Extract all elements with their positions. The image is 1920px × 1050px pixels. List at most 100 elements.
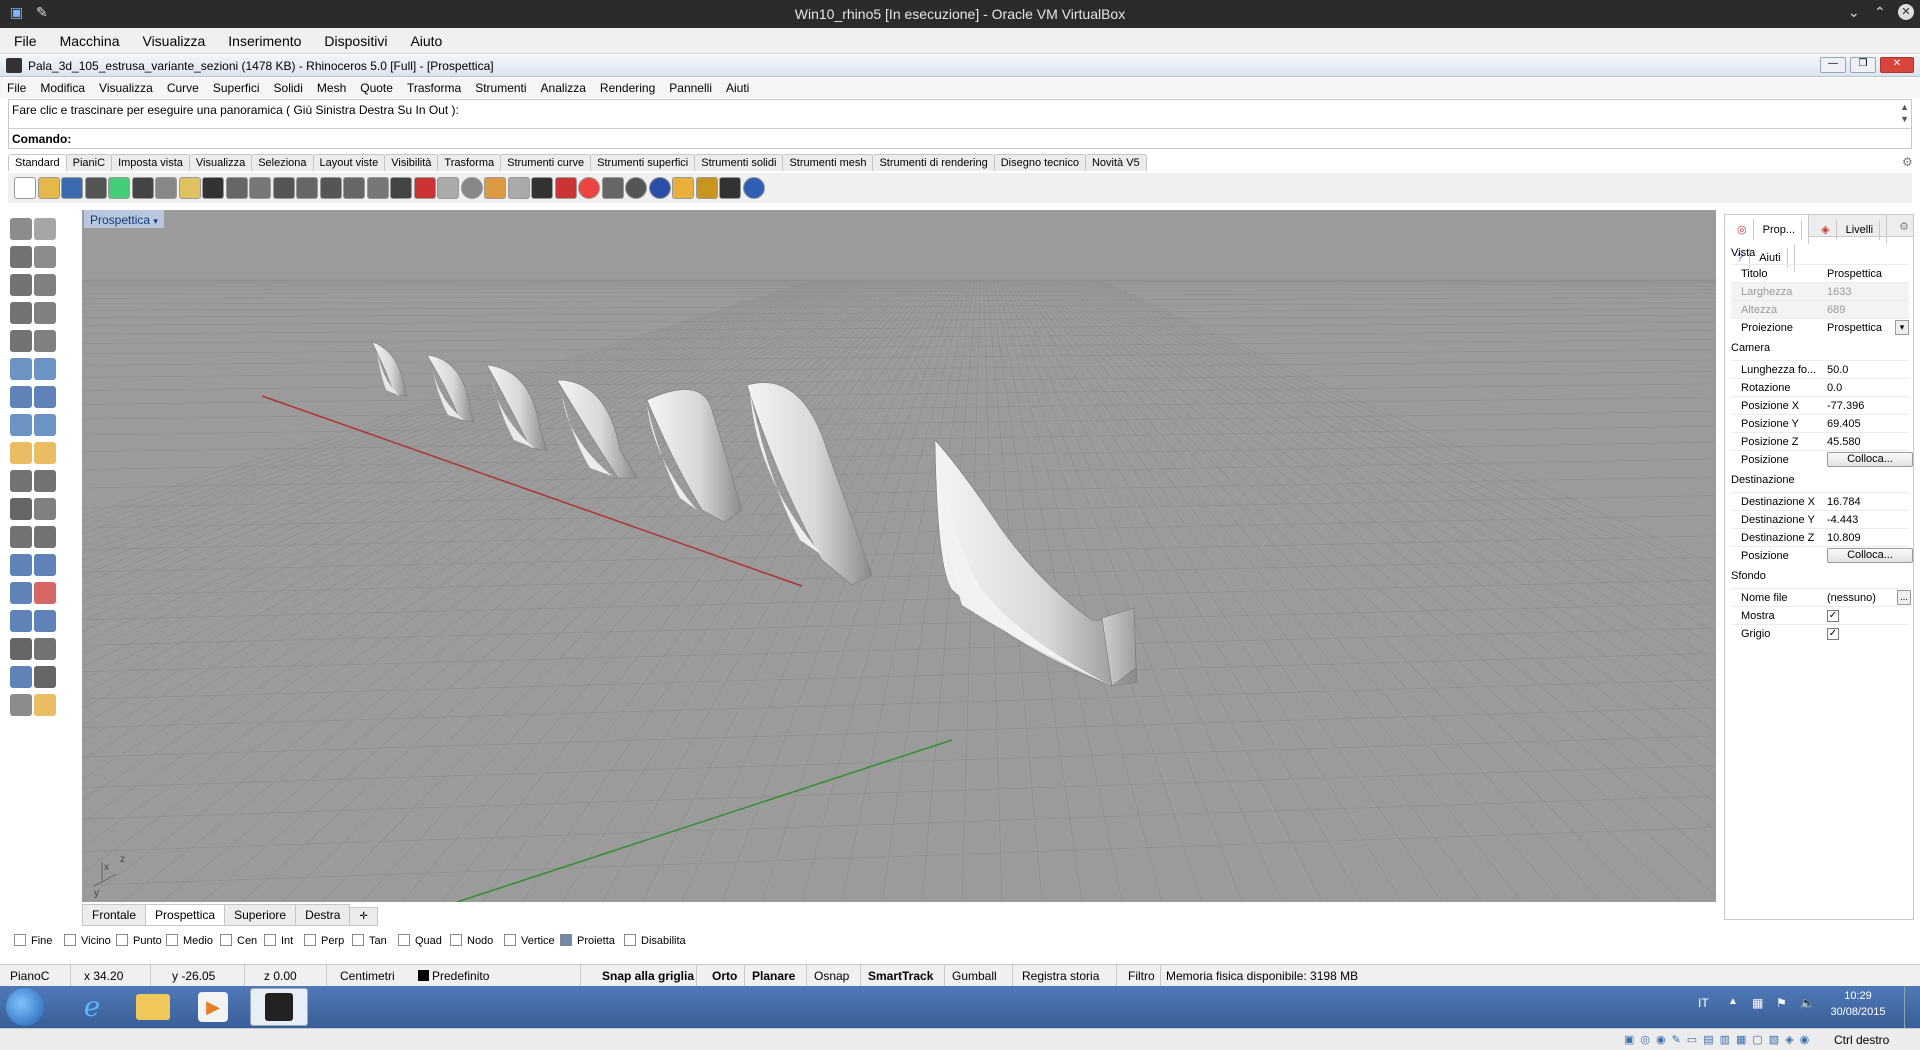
viewport-tab[interactable]: Destra <box>295 904 351 926</box>
osnap-fine[interactable]: Fine <box>14 934 52 947</box>
box-edit-icon[interactable] <box>10 610 32 632</box>
status-y[interactable]: y -26.05 <box>172 969 215 983</box>
toolbar-tab[interactable]: Seleziona <box>251 154 314 171</box>
toolbar-tab[interactable]: Trasforma <box>437 154 502 171</box>
vbox-menu-item[interactable]: Visualizza <box>128 28 214 49</box>
light-icon[interactable] <box>507 177 530 199</box>
rhino-menu-item[interactable]: Analizza <box>534 78 593 95</box>
projection-dropdown-icon[interactable]: ▾ <box>1895 320 1909 335</box>
osnap-proietta[interactable]: Proietta <box>560 934 615 947</box>
toolbar-tab[interactable]: Imposta vista <box>111 154 190 171</box>
render-icon[interactable] <box>437 177 459 199</box>
paste-icon[interactable] <box>178 177 201 199</box>
polygon-icon[interactable] <box>10 302 32 324</box>
blue-sphere-icon[interactable] <box>648 177 671 199</box>
polyline-icon[interactable] <box>10 246 32 268</box>
explorer-icon[interactable] <box>136 994 170 1020</box>
toolbar-tab[interactable]: Strumenti solidi <box>694 154 784 171</box>
prop-value[interactable]: (nessuno) <box>1827 592 1876 604</box>
explode-icon[interactable] <box>10 442 32 464</box>
zoom-window-icon[interactable] <box>296 177 318 199</box>
minimize-icon[interactable]: ⌄ <box>1848 4 1860 21</box>
circle-icon[interactable] <box>460 177 483 199</box>
text-icon[interactable] <box>10 554 32 576</box>
osnap-checkbox[interactable] <box>220 934 232 946</box>
osnap-vertice[interactable]: Vertice <box>504 934 555 947</box>
toolbar-tab[interactable]: Layout viste <box>312 154 386 171</box>
osnap-checkbox[interactable] <box>398 934 410 946</box>
rhino-menu-item[interactable]: Superfici <box>206 78 267 95</box>
rhino-menu-item[interactable]: Trasforma <box>400 78 468 95</box>
check-icon[interactable] <box>34 666 56 688</box>
export-icon[interactable] <box>108 177 130 199</box>
panel-settings-icon[interactable]: ⚙ <box>1899 220 1909 233</box>
toolbar-tab[interactable]: Strumenti mesh <box>782 154 874 171</box>
cylinder-icon[interactable] <box>10 414 32 436</box>
copy-icon[interactable] <box>155 177 177 199</box>
undo-icon[interactable] <box>202 177 224 199</box>
rotate-view-icon[interactable] <box>366 177 389 199</box>
start-button[interactable] <box>6 988 44 1026</box>
prop-checkbox[interactable]: ✓ <box>1827 628 1839 640</box>
status-gumball[interactable]: Gumball <box>952 969 997 983</box>
scale-icon[interactable] <box>34 526 56 548</box>
maximize-icon[interactable]: ⌃ <box>1874 4 1886 21</box>
rhino-menu-item[interactable]: Pannelli <box>662 78 719 95</box>
shade-icon[interactable] <box>601 177 624 199</box>
extrude-icon[interactable] <box>34 610 56 632</box>
osnap-checkbox[interactable] <box>504 934 516 946</box>
arc-icon[interactable] <box>10 330 32 352</box>
tab-layers[interactable]: ◈ Livelli <box>1809 215 1888 244</box>
status-storia[interactable]: Registra storia <box>1022 969 1099 983</box>
volume-icon[interactable]: 🔈 <box>1800 996 1815 1010</box>
light-icon[interactable] <box>34 694 56 716</box>
pin-icon[interactable]: ✎ <box>36 4 48 21</box>
help-icon[interactable] <box>742 177 765 199</box>
colloca-button[interactable]: Colloca... <box>1827 452 1913 467</box>
osnap-checkbox[interactable] <box>166 934 178 946</box>
osnap-checkbox[interactable] <box>624 934 636 946</box>
dimension-icon[interactable] <box>34 554 56 576</box>
fillet-icon[interactable] <box>34 330 56 352</box>
osnap-checkbox[interactable] <box>352 934 364 946</box>
snap-icon[interactable] <box>484 177 506 199</box>
language-indicator[interactable]: IT <box>1698 996 1709 1010</box>
osnap-checkbox[interactable] <box>304 934 316 946</box>
prop-value[interactable]: -4.443 <box>1827 514 1858 526</box>
circle-icon[interactable] <box>10 274 32 296</box>
prop-value[interactable]: 50.0 <box>1827 364 1848 376</box>
viewport-tab[interactable]: Prospettica <box>145 904 226 926</box>
prop-value[interactable]: 16.784 <box>1827 496 1861 508</box>
mirror-icon[interactable] <box>34 582 56 604</box>
rhino-restore-button[interactable]: ❐ <box>1850 57 1876 73</box>
osnap-cen[interactable]: Cen <box>220 934 257 947</box>
vbox-menu-item[interactable]: Dispositivi <box>310 28 396 49</box>
rhino-menu-item[interactable]: Modifica <box>33 78 92 95</box>
rhino-menu-item[interactable]: Quote <box>353 78 400 95</box>
viewport-perspective[interactable]: z x y <box>82 210 1716 902</box>
rhino-menu-item[interactable]: Mesh <box>310 78 353 95</box>
copy-icon[interactable] <box>34 498 56 520</box>
analyze-icon[interactable] <box>10 666 32 688</box>
rectangle-icon[interactable] <box>34 302 56 324</box>
status-smarttrack[interactable]: SmartTrack <box>868 969 933 983</box>
settings-icon[interactable] <box>695 177 718 199</box>
rhino-menu-item[interactable]: Curve <box>160 78 206 95</box>
toolbar-tab[interactable]: Standard <box>8 154 67 171</box>
status-x[interactable]: x 34.20 <box>84 969 123 983</box>
status-filtro[interactable]: Filtro <box>1128 969 1155 983</box>
status-z[interactable]: z 0.00 <box>264 969 297 983</box>
render-icon[interactable] <box>10 694 32 716</box>
vbox-menu-item[interactable]: File <box>0 28 46 49</box>
toolbar-tab[interactable]: Strumenti di rendering <box>872 154 995 171</box>
clock-date[interactable]: 30/08/2015 <box>1828 1006 1888 1018</box>
osnap-checkbox[interactable] <box>64 934 76 946</box>
osnap-tan[interactable]: Tan <box>352 934 387 947</box>
curve-control-icon[interactable] <box>34 246 56 268</box>
select-icon[interactable] <box>10 218 32 240</box>
grid-array-icon[interactable] <box>10 638 32 660</box>
rhino-menu-item[interactable]: Aiuti <box>719 78 756 95</box>
osnap-punto[interactable]: Punto <box>116 934 162 947</box>
car-icon[interactable] <box>413 177 436 199</box>
close-icon[interactable]: ✕ <box>1898 4 1914 20</box>
